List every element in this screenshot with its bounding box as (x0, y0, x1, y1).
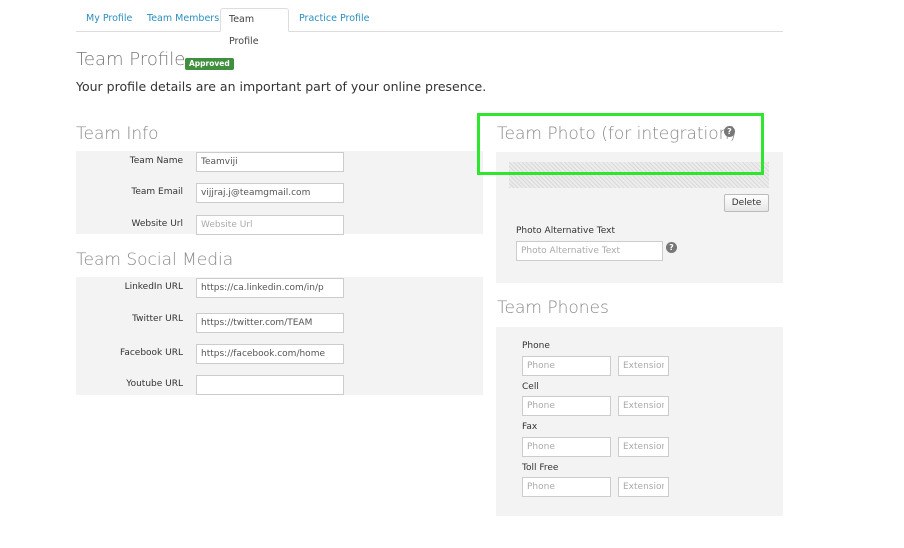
linkedin-url-label: LinkedIn URL (124, 282, 183, 292)
tab-practice-profile[interactable]: Practice Profile (291, 8, 378, 32)
twitter-url-input[interactable] (196, 313, 344, 333)
youtube-url-label: Youtube URL (126, 379, 183, 389)
team-name-label: Team Name (129, 156, 183, 166)
website-url-label: Website Url (131, 219, 183, 229)
fax-extension-input[interactable] (618, 437, 669, 457)
photo-alt-text-input[interactable] (516, 241, 663, 261)
phone-extension-input[interactable] (618, 356, 669, 376)
phone-label: Phone (522, 341, 550, 351)
team-info-panel: Team Name Team Email Website Url (76, 151, 483, 235)
toll-free-input[interactable] (522, 477, 611, 497)
fax-input[interactable] (522, 437, 611, 457)
tab-my-profile[interactable]: My Profile (78, 8, 140, 32)
team-name-input[interactable] (196, 152, 344, 172)
linkedin-url-input[interactable] (196, 278, 344, 298)
team-phones-title: Team Phones (497, 298, 609, 318)
team-email-input[interactable] (196, 183, 344, 203)
delete-photo-button[interactable]: Delete (724, 194, 769, 212)
status-badge: Approved (185, 58, 234, 70)
social-media-panel: LinkedIn URL Twitter URL Facebook URL Yo… (76, 277, 483, 395)
highlight-box (477, 113, 764, 175)
toll-free-label: Toll Free (522, 463, 559, 473)
twitter-url-label: Twitter URL (132, 314, 183, 324)
cell-extension-input[interactable] (618, 396, 669, 416)
team-info-title: Team Info (76, 124, 159, 144)
social-media-title: Team Social Media (76, 250, 234, 270)
cell-label: Cell (522, 382, 539, 392)
fax-label: Fax (522, 422, 538, 432)
team-email-label: Team Email (131, 187, 183, 197)
website-url-input[interactable] (196, 215, 344, 235)
question-circle-icon[interactable]: ? (666, 242, 677, 253)
phone-input[interactable] (522, 356, 611, 376)
photo-alt-text-label: Photo Alternative Text (516, 226, 615, 236)
team-phones-panel: Phone Cell Fax Toll Free (496, 327, 783, 516)
cell-input[interactable] (522, 396, 611, 416)
page-title: Team Profile (76, 49, 186, 70)
tab-team-members[interactable]: Team Members (139, 8, 227, 32)
toll-free-extension-input[interactable] (618, 477, 669, 497)
page-subtitle: Your profile details are an important pa… (76, 79, 487, 94)
facebook-url-label: Facebook URL (119, 348, 183, 358)
facebook-url-input[interactable] (196, 344, 344, 364)
tab-team-profile[interactable]: Team Profile (220, 8, 289, 47)
youtube-url-input[interactable] (196, 375, 344, 395)
